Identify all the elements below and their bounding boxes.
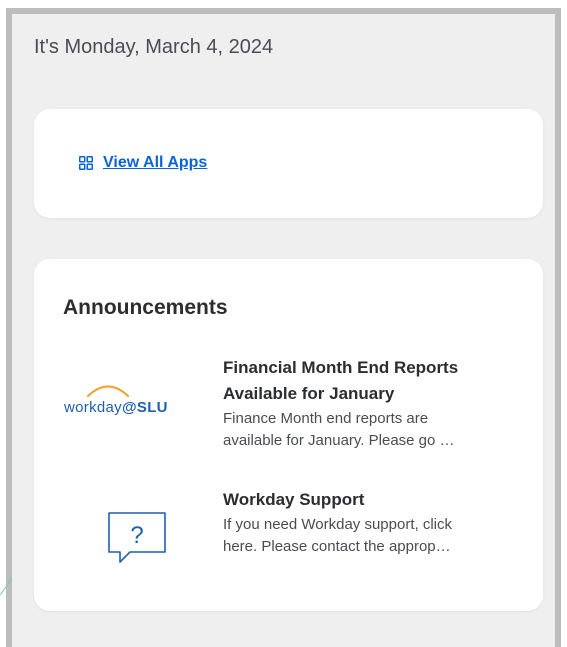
grid-icon — [79, 156, 93, 170]
announcement-heading[interactable]: Workday Support — [223, 487, 513, 513]
workday-slu-logo: workday@SLU — [64, 381, 194, 421]
question-bubble-icon: ? — [64, 499, 194, 569]
svg-text:?: ? — [130, 522, 143, 549]
announcements-title: Announcements — [63, 296, 228, 319]
announcement-body: If you need Workday support, click here.… — [223, 516, 452, 555]
view-all-apps-label: View All Apps — [103, 154, 208, 171]
announcement-text: Financial Month End Reports Available fo… — [223, 355, 513, 452]
announcement-heading[interactable]: Financial Month End Reports Available fo… — [223, 355, 513, 407]
logo-arc-icon — [86, 385, 130, 397]
announcement-body: Finance Month end reports are available … — [223, 410, 455, 449]
apps-card: View All Apps — [34, 109, 543, 218]
announcement-text: Workday Support If you need Workday supp… — [223, 487, 513, 558]
view-all-apps-link[interactable]: View All Apps — [79, 154, 207, 172]
announcements-card: Announcements workday@SLU Financial Mont… — [34, 259, 543, 611]
decorative-curve — [0, 576, 12, 596]
date-greeting: It's Monday, March 4, 2024 — [34, 36, 274, 58]
announcement-item[interactable]: ? Workday Support If you need Workday su… — [34, 487, 543, 577]
logo-text: workday@SLU — [64, 399, 168, 416]
announcement-item[interactable]: workday@SLU Financial Month End Reports … — [34, 355, 543, 467]
